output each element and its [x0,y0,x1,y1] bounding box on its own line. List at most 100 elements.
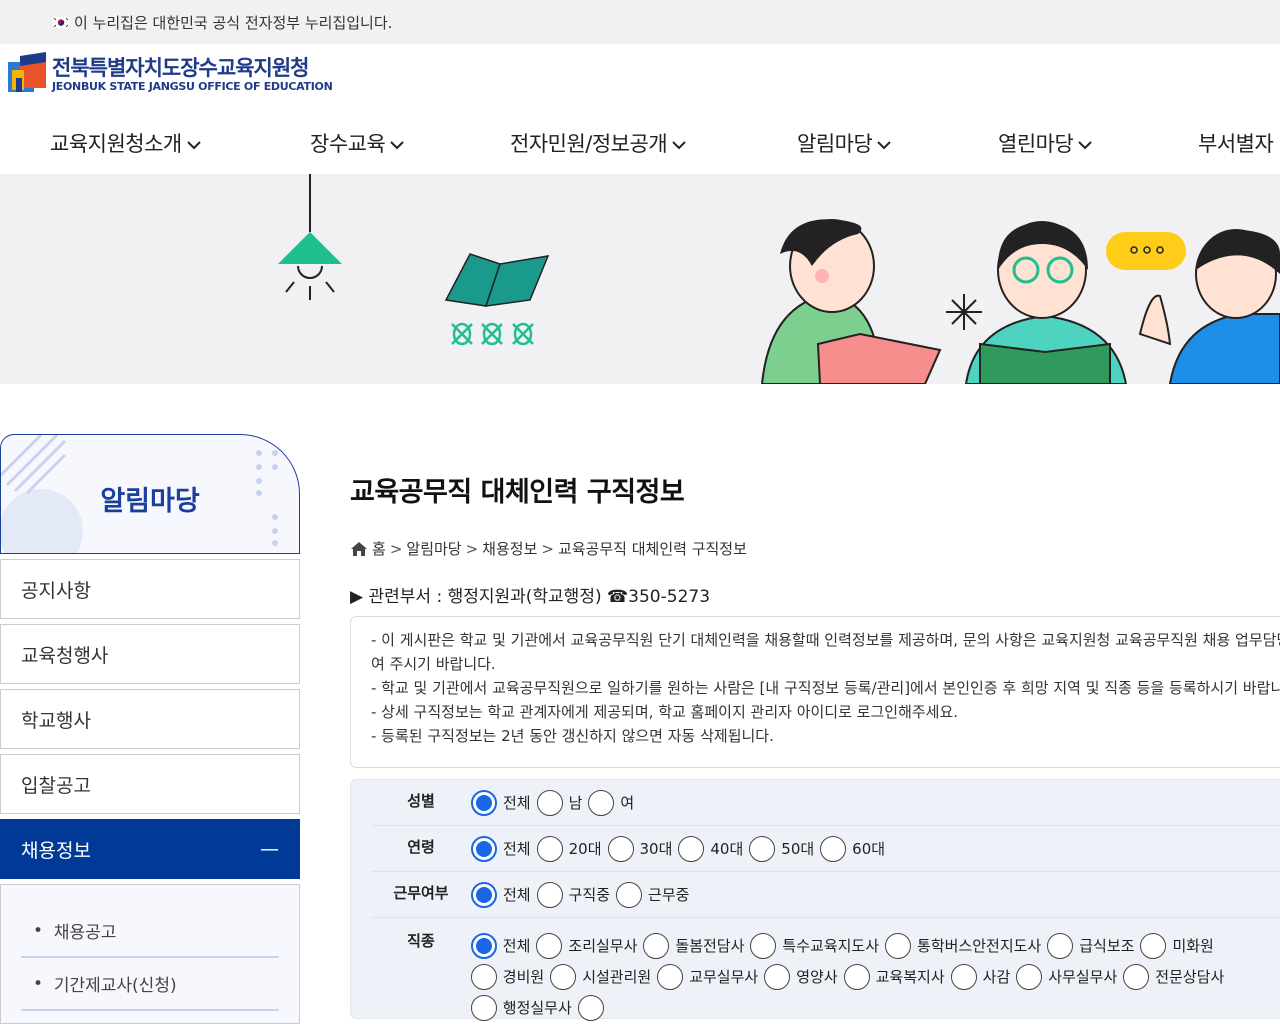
radio-option-gender[interactable]: 전체 [471,787,531,818]
radio-option-job[interactable]: 전문상담사 [1123,961,1224,992]
radio-label: 50대 [781,840,815,858]
radio-option-age[interactable]: 50대 [749,833,814,864]
gov-notice-text: 이 누리집은 대한민국 공식 전자정부 누리집입니다. [74,13,393,32]
radio-button[interactable] [657,963,684,990]
gnb-item-notice[interactable]: 알림마당 [797,128,892,158]
radio-label: 경비원 [502,968,545,986]
radio-option-work[interactable]: 근무중 [616,879,689,910]
radio-button[interactable] [470,932,497,959]
radio-button[interactable] [536,835,563,862]
radio-option-job[interactable]: 행정실무사 [470,992,572,1023]
gnb-item-open[interactable]: 열린마당 [998,128,1093,158]
radio-option-job[interactable]: 특수교육지도사 [750,930,879,961]
radio-option-job[interactable]: 교육복지사 [843,961,945,992]
gnb-item-intro[interactable]: 교육지원청소개 [50,128,202,158]
radio-button[interactable] [678,835,705,862]
radio-option-gender[interactable]: 남 [536,787,582,818]
radio-button[interactable] [536,932,563,959]
radio-button[interactable] [764,963,791,990]
page-title: 교육공무직 대체인력 구직정보 [350,477,685,508]
side-nav-title: 알림마당 [100,486,200,517]
radio-button[interactable] [577,994,604,1021]
home-icon[interactable] [350,541,368,557]
gnb-item-civil[interactable]: 전자민원/정보공개 [510,128,687,158]
filter-label: 연령 [407,838,435,856]
radio-option-age[interactable]: 20대 [536,833,602,864]
chevron-down-icon [390,141,404,150]
side-nav-item-recruit[interactable]: 채용정보 — [0,819,300,879]
radio-option-work[interactable]: 구직중 [536,879,610,910]
radio-button[interactable] [536,881,563,908]
radio-label: 통학버스안전지도사 [917,937,1042,955]
breadcrumb-home[interactable]: 홈 [372,538,386,559]
radio-option-job[interactable]: 사무실무사 [1016,961,1117,992]
radio-option-age[interactable]: 60대 [820,833,885,864]
breadcrumb-recruit[interactable]: 채용정보 [482,538,537,559]
radio-label: 교육복지사 [875,968,945,986]
radio-option-age[interactable]: 전체 [471,833,531,864]
side-nav-submenu: • 채용공고 • 기간제교사(신청) [0,884,300,1024]
side-nav-item-notice[interactable]: 공지사항 [0,559,300,619]
submenu-item-recruit-notice[interactable]: • 채용공고 [21,905,279,958]
side-nav-item-school-event[interactable]: 학교행사 [0,689,300,749]
radio-option-job[interactable]: 급식보조 [1047,930,1134,961]
side-nav-item-bid[interactable]: 입찰공고 [0,754,300,814]
notice-line: - 상세 구직정보는 학교 관계자에게 제공되며, 학교 홈페이지 관리자 아이… [371,703,959,721]
gnb-item-dept[interactable]: 부서별자 [1198,128,1274,158]
radio-button[interactable] [471,881,497,908]
radio-button[interactable] [1047,932,1074,959]
radio-option-job[interactable]: 전체 [470,930,530,961]
filter-label: 근무여부 [393,884,449,902]
radio-button[interactable] [1123,963,1150,990]
radio-button[interactable] [843,963,870,990]
submenu-item-contract-teacher[interactable]: • 기간제교사(신청) [21,958,279,1011]
radio-option-job[interactable]: 시설관리원 [550,961,651,992]
radio-button[interactable] [588,789,615,816]
board-notice-box: - 이 게시판은 학교 및 기관에서 교육공무직원 단기 대체인력을 채용할때 … [350,616,1280,768]
radio-button[interactable] [820,835,847,862]
radio-option-job[interactable] [577,992,610,1023]
radio-button[interactable] [470,963,497,990]
radio-button[interactable] [536,789,563,816]
radio-button[interactable] [750,932,777,959]
notice-line: 여 주시기 바랍니다. [371,655,496,673]
radio-label: 전체 [503,886,531,904]
radio-label: 전문상담사 [1155,968,1225,986]
radio-label: 여 [620,794,635,812]
side-nav-item-office-event[interactable]: 교육청행사 [0,624,300,684]
radio-option-job[interactable]: 통학버스안전지도사 [885,930,1041,961]
radio-label: 30대 [639,840,673,858]
radio-button[interactable] [749,835,776,862]
radio-button[interactable] [950,963,977,990]
search-filter-panel: 성별 전체 남 여 연령 전체 20대 30대 40대 50대 60대 근무여부 전체 구직중 근… [350,779,1280,1021]
breadcrumb-notice[interactable]: 알림마당 [406,538,461,559]
radio-button[interactable] [550,963,577,990]
radio-label: 시설관리원 [582,968,652,986]
radio-button[interactable] [470,994,497,1021]
radio-button[interactable] [616,881,643,908]
gnb-item-jangsu-edu[interactable]: 장수교육 [310,128,405,158]
radio-button[interactable] [471,789,497,816]
radio-option-job[interactable]: 돌봄전담사 [643,930,744,961]
radio-option-job[interactable]: 미화원 [1140,930,1214,961]
radio-button[interactable] [1016,963,1043,990]
radio-button[interactable] [607,835,634,862]
radio-option-job[interactable]: 영양사 [764,961,838,992]
radio-option-job[interactable]: 조리실무사 [536,930,637,961]
radio-button[interactable] [471,835,497,862]
radio-button[interactable] [885,932,912,959]
site-logo[interactable]: 전북특별자치도장수교육지원청 JEONBUK STATE JANGSU OFFI… [8,52,333,96]
radio-option-age[interactable]: 30대 [607,833,673,864]
radio-option-job[interactable]: 사감 [950,961,1010,992]
radio-label: 40대 [710,840,744,858]
radio-option-work[interactable]: 전체 [471,879,531,910]
notice-line: - 학교 및 기관에서 교육공무직원으로 일하기를 원하는 사람은 [내 구직정… [371,679,1280,697]
radio-option-job[interactable]: 경비원 [470,961,545,992]
radio-button[interactable] [1140,932,1167,959]
main-content: 교육공무직 대체인력 구직정보 홈 > 알림마당 > 채용정보 > 교육공무직 … [350,470,1280,1021]
chevron-down-icon [1078,141,1092,150]
radio-option-gender[interactable]: 여 [588,787,634,818]
radio-option-age[interactable]: 40대 [678,833,743,864]
radio-button[interactable] [643,932,670,959]
radio-option-job[interactable]: 교무실무사 [657,961,758,992]
